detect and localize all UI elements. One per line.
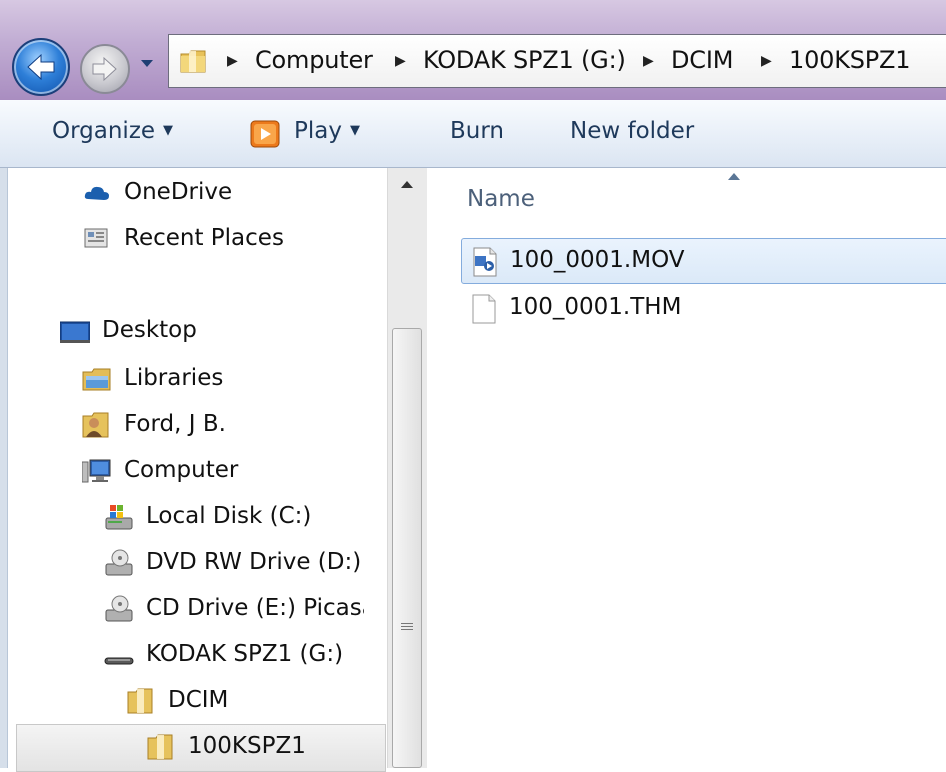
libraries-icon bbox=[82, 368, 111, 391]
breadcrumb-dcim[interactable]: DCIM bbox=[671, 46, 733, 74]
folder-icon bbox=[127, 688, 153, 714]
dvd-drive-icon bbox=[105, 549, 133, 576]
onedrive-icon bbox=[84, 186, 109, 200]
chevron-down-icon: ▼ bbox=[349, 123, 360, 138]
file-name: 100_0001.MOV bbox=[510, 247, 685, 273]
file-row[interactable]: 100_0001.MOV bbox=[461, 238, 946, 284]
media-player-icon[interactable] bbox=[250, 120, 280, 148]
breadcrumb-separator-icon[interactable]: ▶ bbox=[227, 53, 238, 69]
scrollbar-thumb[interactable] bbox=[392, 328, 422, 768]
back-arrow-icon bbox=[27, 53, 55, 81]
folder-icon bbox=[147, 734, 173, 760]
organize-button[interactable]: Organize ▼ bbox=[52, 118, 173, 144]
recent-pages-dropdown-icon[interactable] bbox=[140, 56, 154, 70]
pane-border bbox=[0, 168, 8, 768]
file-list: Name 100_0001.MOV 100_0001.THM bbox=[427, 168, 946, 768]
nav-item-cd-drive[interactable]: CD Drive (E:) Picasa 3 bbox=[104, 590, 364, 630]
breadcrumb-100kspz1[interactable]: 100KSPZ1 bbox=[789, 46, 911, 74]
play-button[interactable]: Play ▼ bbox=[294, 118, 360, 144]
removable-drive-icon bbox=[104, 657, 134, 665]
recent-places-icon bbox=[84, 228, 108, 248]
breadcrumb-separator-icon[interactable]: ▶ bbox=[761, 53, 772, 69]
sort-ascending-icon bbox=[728, 173, 740, 180]
scroll-grip-icon bbox=[401, 623, 413, 630]
blank-file-icon bbox=[472, 294, 496, 324]
address-bar[interactable]: ▶ Computer ▶ KODAK SPZ1 (G:) ▶ DCIM ▶ 10… bbox=[168, 34, 946, 88]
user-folder-icon bbox=[82, 412, 109, 438]
command-toolbar: Organize ▼ Play ▼ Burn New folder bbox=[0, 100, 946, 168]
folder-icon bbox=[180, 50, 206, 73]
breadcrumb-separator-icon[interactable]: ▶ bbox=[643, 53, 654, 69]
file-row[interactable]: 100_0001.THM bbox=[461, 286, 946, 332]
chevron-down-icon: ▼ bbox=[163, 123, 174, 138]
forward-arrow-icon bbox=[92, 56, 117, 82]
back-button[interactable] bbox=[12, 38, 70, 96]
local-disk-icon bbox=[105, 505, 133, 530]
play-label: Play bbox=[294, 118, 342, 144]
cd-drive-icon bbox=[105, 595, 133, 622]
computer-icon bbox=[82, 459, 111, 483]
navigation-scrollbar[interactable] bbox=[387, 168, 427, 768]
file-name: 100_0001.THM bbox=[509, 294, 682, 320]
scroll-up-arrow-icon[interactable] bbox=[388, 168, 426, 204]
breadcrumb-separator-icon[interactable]: ▶ bbox=[395, 53, 406, 69]
new-folder-button[interactable]: New folder bbox=[570, 118, 694, 144]
organize-label: Organize bbox=[52, 118, 156, 144]
column-header-name[interactable]: Name bbox=[467, 186, 535, 212]
breadcrumb-computer[interactable]: Computer bbox=[255, 46, 373, 74]
forward-button[interactable] bbox=[80, 44, 130, 94]
desktop-icon bbox=[60, 321, 90, 343]
burn-button[interactable]: Burn bbox=[450, 118, 504, 144]
video-file-icon bbox=[473, 247, 497, 277]
breadcrumb-kodak-drive[interactable]: KODAK SPZ1 (G:) bbox=[423, 46, 626, 74]
